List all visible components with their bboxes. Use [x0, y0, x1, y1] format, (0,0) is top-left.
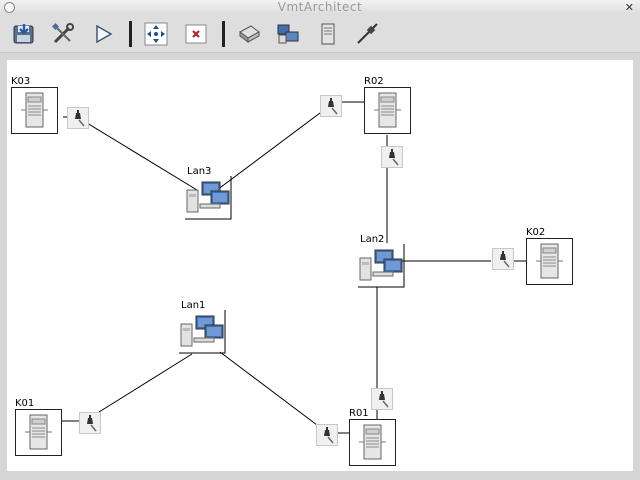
lan-computers-icon — [179, 310, 226, 354]
toolbar — [0, 15, 640, 53]
server-icon — [359, 424, 386, 460]
port-connector-icon[interactable] — [381, 146, 403, 168]
port-connector-icon[interactable] — [320, 95, 342, 117]
server-icon — [25, 414, 52, 450]
hub-icon — [239, 25, 260, 43]
server-icon — [321, 23, 335, 45]
delete-x-icon — [185, 24, 207, 44]
server-node-box[interactable] — [526, 238, 573, 285]
add-lan-button[interactable] — [273, 19, 303, 49]
save-disk-icon — [13, 24, 34, 44]
lan-computers-icon — [277, 24, 299, 44]
server-node-box[interactable] — [364, 87, 411, 134]
diagram-canvas[interactable]: K03 R02 K02 K01 R01 Lan3 Lan2 Lan1 — [7, 60, 633, 471]
add-server-button[interactable] — [313, 19, 343, 49]
server-node-box[interactable] — [15, 409, 62, 456]
window-title: VmtArchitect — [277, 0, 363, 14]
port-connector-icon[interactable] — [79, 412, 101, 434]
node-label: K01 — [15, 398, 35, 409]
node-label: R01 — [349, 408, 369, 419]
server-icon — [21, 92, 48, 128]
port-connector-icon[interactable] — [67, 107, 89, 129]
delete-button[interactable] — [181, 19, 211, 49]
play-icon — [96, 24, 113, 44]
port-connector-icon[interactable] — [316, 424, 338, 446]
toolbar-separator — [129, 21, 132, 47]
cable-icon — [357, 23, 378, 44]
move-arrows-icon — [144, 22, 168, 46]
link-k01-lan1[interactable] — [98, 353, 193, 413]
add-cable-button[interactable] — [352, 19, 382, 49]
save-button[interactable] — [9, 19, 39, 49]
server-icon — [374, 92, 401, 128]
title-bar: VmtArchitect ✕ — [0, 0, 640, 16]
add-hub-button[interactable] — [234, 19, 264, 49]
wrench-screwdriver-icon — [51, 22, 74, 44]
port-connector-icon[interactable] — [371, 388, 393, 410]
lan-computers-icon — [185, 176, 232, 220]
tools-button[interactable] — [48, 19, 78, 49]
node-label: K03 — [11, 76, 31, 87]
link-lan1-r01[interactable] — [219, 351, 318, 426]
link-k03-lan3[interactable] — [86, 122, 198, 191]
server-node-box[interactable] — [349, 419, 396, 466]
server-node-box[interactable] — [11, 87, 58, 134]
toolbar-separator — [222, 21, 225, 47]
lan-computers-icon — [358, 244, 405, 288]
node-label: K02 — [526, 227, 546, 238]
move-button[interactable] — [141, 19, 171, 49]
node-label: R02 — [364, 76, 384, 87]
port-connector-icon[interactable] — [492, 248, 514, 270]
run-button[interactable] — [88, 19, 118, 49]
server-icon — [536, 243, 563, 279]
close-icon[interactable]: ✕ — [625, 0, 634, 15]
